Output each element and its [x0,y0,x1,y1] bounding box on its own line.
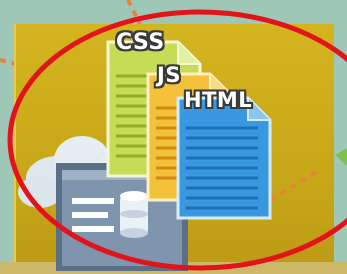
document-icon [176,96,272,220]
diagram-scene: CSS JS HTML [0,0,347,274]
connector-right [268,168,322,202]
html-document [176,96,272,220]
html-label: HTML [184,88,253,112]
js-label: JS [157,63,181,87]
arrow-right [335,148,347,166]
css-label: CSS [116,30,165,55]
